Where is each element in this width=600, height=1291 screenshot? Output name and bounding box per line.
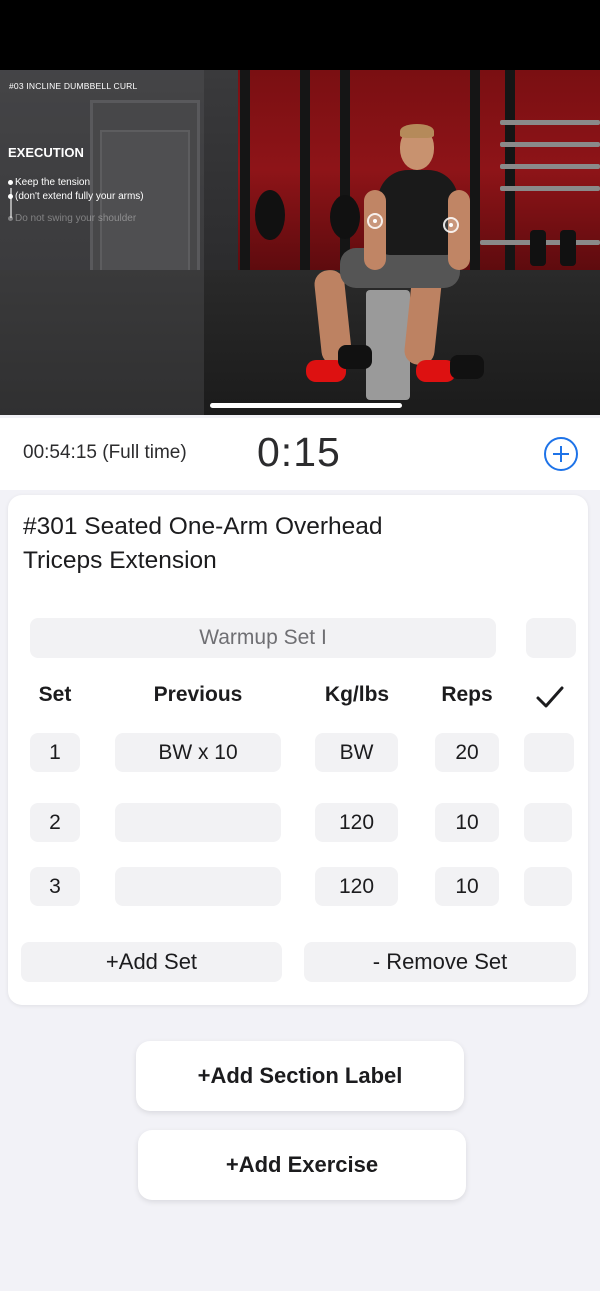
weight-input[interactable]: BW <box>315 733 398 772</box>
column-header-reps: Reps <box>441 683 493 706</box>
warmup-checkbox[interactable] <box>526 618 576 658</box>
joint-marker-icon <box>367 213 383 229</box>
joint-marker-icon <box>443 217 459 233</box>
video-scrubber[interactable] <box>210 403 402 408</box>
column-header-previous: Previous <box>153 683 243 706</box>
execution-tips: Keep the tension (don't extend fully you… <box>8 176 144 226</box>
reps-input[interactable]: 20 <box>435 733 499 772</box>
status-bar <box>0 0 600 70</box>
set-complete-checkbox[interactable] <box>524 867 572 906</box>
previous-value <box>115 867 281 906</box>
warmup-set-label[interactable]: Warmup Set I <box>30 618 496 658</box>
rest-timer[interactable]: 0:15 <box>257 429 341 476</box>
exercise-title[interactable]: #301 Seated One-Arm Overhead Triceps Ext… <box>23 510 443 578</box>
reps-input[interactable]: 10 <box>435 803 499 842</box>
weight-input[interactable]: 120 <box>315 803 398 842</box>
exercise-video[interactable] <box>0 70 600 415</box>
tip-item: (don't extend fully your arms) <box>8 190 144 204</box>
athlete-figure <box>300 120 490 415</box>
set-complete-checkbox[interactable] <box>524 803 572 842</box>
weight-input[interactable]: 120 <box>315 867 398 906</box>
column-header-set: Set <box>38 683 72 706</box>
column-header-weight: Kg/lbs <box>324 683 390 706</box>
tip-item: Do not swing your shoulder <box>8 212 144 226</box>
add-section-label-button[interactable]: +Add Section Label <box>136 1041 464 1111</box>
previous-value: BW x 10 <box>115 733 281 772</box>
tip-item: Keep the tension <box>8 176 144 190</box>
previous-value <box>115 803 281 842</box>
set-number: 2 <box>30 803 80 842</box>
add-set-button[interactable]: +Add Set <box>21 942 282 982</box>
full-time-label: 00:54:15 (Full time) <box>23 442 187 463</box>
execution-heading: EXECUTION <box>8 145 84 160</box>
checkmark-icon <box>536 686 564 708</box>
set-number: 1 <box>30 733 80 772</box>
add-exercise-button[interactable]: +Add Exercise <box>138 1130 466 1200</box>
set-number: 3 <box>30 867 80 906</box>
set-complete-checkbox[interactable] <box>524 733 574 772</box>
add-circle-icon[interactable] <box>544 437 578 471</box>
reps-input[interactable]: 10 <box>435 867 499 906</box>
video-exercise-title: #03 INCLINE DUMBBELL CURL <box>9 81 138 91</box>
remove-set-button[interactable]: - Remove Set <box>304 942 576 982</box>
